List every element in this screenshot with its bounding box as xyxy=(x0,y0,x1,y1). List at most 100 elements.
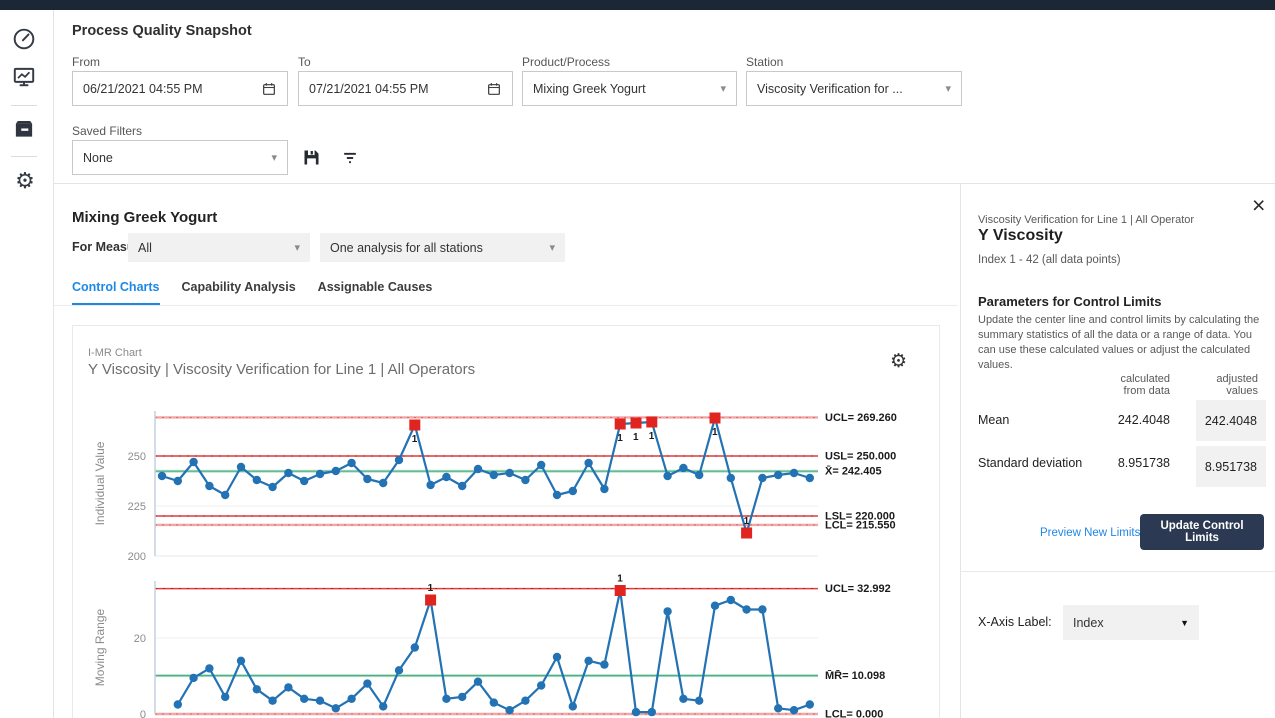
from-date-value[interactable] xyxy=(83,82,261,96)
sidebar-item-monitoring[interactable] xyxy=(11,64,39,92)
svg-text:225: 225 xyxy=(128,501,146,513)
svg-text:1: 1 xyxy=(412,434,418,445)
svg-text:USL= 250.000: USL= 250.000 xyxy=(825,451,896,463)
mean-adjusted-input[interactable]: 242.4048 xyxy=(1196,400,1266,441)
chart-type-label: I-MR Chart xyxy=(88,347,142,359)
svg-text:1: 1 xyxy=(617,433,623,444)
params-title: Parameters for Control Limits xyxy=(978,294,1162,309)
save-filter-button[interactable] xyxy=(301,147,322,168)
chart-title: Y Viscosity | Viscosity Verification for… xyxy=(88,361,475,378)
saved-filters-select[interactable]: None ▾ xyxy=(72,140,288,175)
preview-new-limits-link[interactable]: Preview New Limits xyxy=(1040,527,1140,539)
chevron-down-icon: ▾ xyxy=(945,82,951,95)
analysis-mode-value: One analysis for all stations xyxy=(330,241,483,255)
svg-text:1: 1 xyxy=(744,516,750,527)
svg-text:Moving Range: Moving Range xyxy=(93,608,107,686)
stddev-calculated-value: 8.951738 xyxy=(1090,456,1170,470)
svg-text:UCL= 32.992: UCL= 32.992 xyxy=(825,583,891,595)
sidebar-divider xyxy=(11,105,37,106)
svg-text:M̄R̄= 10.098: M̄R̄= 10.098 xyxy=(825,670,885,682)
svg-text:250: 250 xyxy=(128,451,146,463)
svg-text:200: 200 xyxy=(128,551,146,563)
header-divider xyxy=(54,183,1275,184)
measure-value: All xyxy=(138,241,152,255)
saved-filters-label: Saved Filters xyxy=(72,124,142,138)
page-title: Process Quality Snapshot xyxy=(72,23,252,39)
panel-section-divider xyxy=(960,571,1275,572)
section-title: Mixing Greek Yogurt xyxy=(72,209,217,226)
tab-strip-divider xyxy=(54,305,958,306)
sidebar-item-settings[interactable]: ⚙ xyxy=(11,168,39,196)
chevron-down-icon: ▾ xyxy=(271,151,277,164)
to-label: To xyxy=(298,55,311,69)
svg-text:1: 1 xyxy=(649,431,655,442)
sidebar-item-archive[interactable] xyxy=(11,116,39,144)
svg-text:1: 1 xyxy=(428,583,434,594)
chevron-down-icon: ▾ xyxy=(294,241,300,254)
mean-row-label: Mean xyxy=(978,413,1009,427)
svg-text:0: 0 xyxy=(140,709,146,718)
floppy-save-icon xyxy=(301,147,322,168)
filter-button[interactable] xyxy=(340,148,360,168)
dropdown-arrow-icon: ▼ xyxy=(1180,618,1189,628)
individual-value-chart: UCL= 269.260USL= 250.000X̄= 242.405LSL= … xyxy=(80,403,930,578)
params-description: Update the center line and control limit… xyxy=(978,313,1270,373)
calendar-icon[interactable] xyxy=(261,81,277,97)
gauge-icon xyxy=(11,26,39,52)
sidebar-nav: ⚙ xyxy=(0,10,54,718)
col-adjusted-header: adjusted values xyxy=(1186,373,1258,397)
chart-settings-button[interactable]: ⚙ xyxy=(890,350,907,373)
analysis-mode-select[interactable]: One analysis for all stations ▾ xyxy=(320,233,565,262)
stddev-row-label: Standard deviation xyxy=(978,456,1082,470)
xaxis-select[interactable]: Index ▼ xyxy=(1063,605,1199,640)
svg-text:X̄= 242.405: X̄= 242.405 xyxy=(825,465,882,477)
monitor-chart-icon xyxy=(11,64,39,90)
chevron-down-icon: ▾ xyxy=(720,82,726,95)
xaxis-label: X-Axis Label: xyxy=(978,615,1052,629)
close-icon[interactable]: × xyxy=(1252,194,1265,216)
gear-icon: ⚙ xyxy=(15,168,35,193)
filter-lines-icon xyxy=(340,148,360,168)
from-label: From xyxy=(72,55,100,69)
chevron-down-icon: ▾ xyxy=(549,241,555,254)
product-process-label: Product/Process xyxy=(522,55,610,69)
tab-capability-analysis[interactable]: Capability Analysis xyxy=(182,280,296,306)
saved-filters-value: None xyxy=(83,151,113,165)
svg-text:1: 1 xyxy=(712,427,718,438)
stddev-adjusted-input[interactable]: 8.951738 xyxy=(1196,446,1266,487)
station-value: Viscosity Verification for ... xyxy=(757,82,903,96)
product-process-select[interactable]: Mixing Greek Yogurt ▾ xyxy=(522,71,737,106)
sidebar-item-dashboard[interactable] xyxy=(11,26,39,54)
index-range-label: Index 1 - 42 (all data points) xyxy=(978,254,1121,266)
tab-strip: Control Charts Capability Analysis Assig… xyxy=(72,280,432,306)
svg-text:1: 1 xyxy=(617,574,623,585)
gear-icon: ⚙ xyxy=(890,351,907,372)
panel-title: Y Viscosity xyxy=(978,227,1063,245)
station-select[interactable]: Viscosity Verification for ... ▾ xyxy=(746,71,962,106)
mean-calculated-value: 242.4048 xyxy=(1090,413,1170,427)
svg-text:UCL= 269.260: UCL= 269.260 xyxy=(825,412,897,424)
svg-text:LCL= 215.550: LCL= 215.550 xyxy=(825,519,896,531)
tab-control-charts[interactable]: Control Charts xyxy=(72,280,160,306)
to-date-value[interactable] xyxy=(309,82,486,96)
svg-text:Individual Value: Individual Value xyxy=(93,441,107,525)
from-date-input[interactable] xyxy=(72,71,288,106)
top-navigation-bar xyxy=(0,0,1275,10)
to-date-input[interactable] xyxy=(298,71,513,106)
tab-assignable-causes[interactable]: Assignable Causes xyxy=(318,280,433,306)
svg-text:1: 1 xyxy=(633,432,639,443)
xaxis-value: Index xyxy=(1073,616,1104,630)
update-control-limits-button[interactable]: Update Control Limits xyxy=(1140,514,1264,550)
moving-range-chart: UCL= 32.992 M̄R̄= 10.098 LCL= 0.000 1 1 20 0 Mo… xyxy=(80,573,930,718)
product-process-value: Mixing Greek Yogurt xyxy=(533,82,646,96)
panel-subtitle: Viscosity Verification for Line 1 | All … xyxy=(978,214,1194,226)
archive-box-icon xyxy=(11,116,39,142)
svg-text:20: 20 xyxy=(134,633,146,645)
calendar-icon[interactable] xyxy=(486,81,502,97)
svg-text:LCL= 0.000: LCL= 0.000 xyxy=(825,709,883,718)
sidebar-divider xyxy=(11,156,37,157)
station-label: Station xyxy=(746,55,783,69)
right-panel-divider xyxy=(960,184,961,718)
col-calculated-header: calculated from data xyxy=(1090,373,1170,397)
measure-select[interactable]: All ▾ xyxy=(128,233,310,262)
